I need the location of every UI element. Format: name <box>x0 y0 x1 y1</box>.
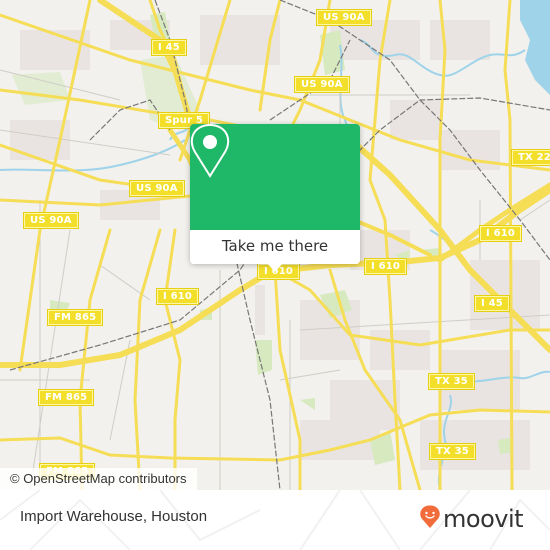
route-shield-tx35: TX 35 <box>428 373 475 390</box>
route-shield-us90a: US 90A <box>129 180 185 197</box>
route-shield-fm865: FM 865 <box>46 309 104 326</box>
route-shield-us90a: US 90A <box>294 76 350 93</box>
route-shield-i45: I 45 <box>474 295 510 312</box>
route-shield-us90a: US 90A <box>23 212 79 229</box>
map-view[interactable]: US 90A I 45 US 90A Spur 5 TX 225 US 90A … <box>0 0 550 490</box>
moovit-smiley-pin-icon <box>420 505 440 533</box>
river-area <box>520 0 550 95</box>
route-shield-tx35: TX 35 <box>429 443 476 460</box>
location-popup: Take me there <box>190 124 360 272</box>
popup-header <box>190 124 360 230</box>
route-shield-i45: I 45 <box>151 39 187 56</box>
place-title: Import Warehouse, Houston <box>20 508 208 525</box>
route-shield-tx225: TX 225 <box>510 149 550 166</box>
route-shield-us90a: US 90A <box>316 9 372 26</box>
brand-name: moovit <box>443 505 524 533</box>
footer-bar: Import Warehouse, Houston moovit <box>0 490 550 550</box>
moovit-brand[interactable]: moovit <box>420 504 524 534</box>
route-shield-fm865: FM 865 <box>37 389 95 406</box>
map-attribution[interactable]: © OpenStreetMap contributors <box>0 468 197 490</box>
route-shield-i610: I 610 <box>478 225 523 242</box>
take-me-there-button[interactable]: Take me there <box>190 230 360 264</box>
route-shield-i610: I 610 <box>155 288 200 305</box>
route-shield-i610: I 610 <box>363 258 408 275</box>
popup-pointer <box>267 263 283 272</box>
